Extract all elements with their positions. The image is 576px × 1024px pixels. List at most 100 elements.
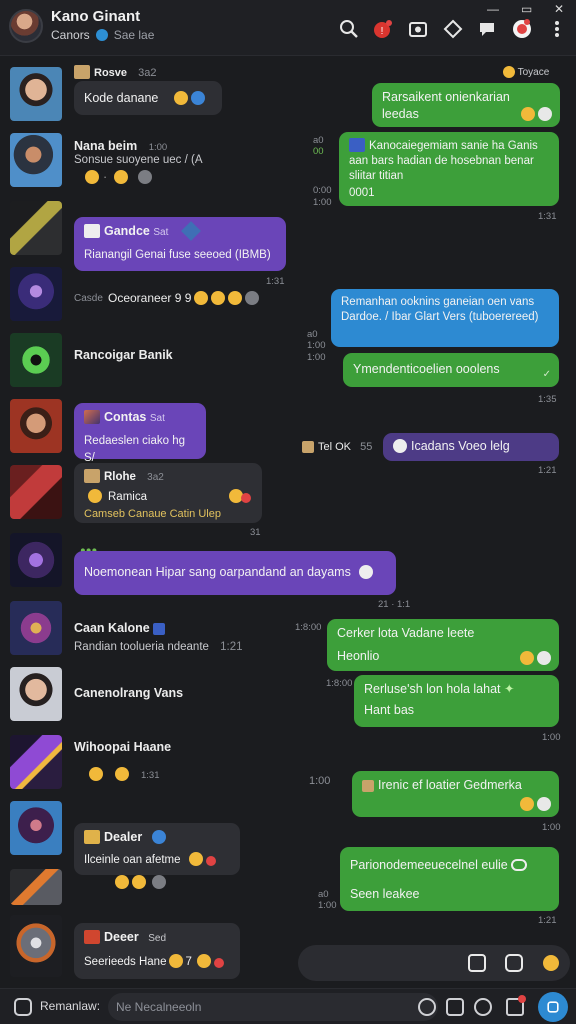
- minimize-button[interactable]: —: [487, 2, 499, 16]
- reactions[interactable]: [112, 875, 166, 889]
- message-bubble[interactable]: Kanocaiegemiam sanie ha Ganis aan bars h…: [339, 132, 559, 206]
- reactions[interactable]: 1:31: [86, 767, 160, 781]
- contact-avatar[interactable]: [9, 9, 43, 43]
- message-time: 0:00: [313, 185, 332, 196]
- message-bubble[interactable]: Deeer Sed Seerieeds Hane 7: [74, 923, 240, 979]
- message-time: 1:8:00: [326, 678, 353, 689]
- message-bubble[interactable]: Remanhan ooknins ganeian oen vans Dardoe…: [331, 289, 559, 347]
- message-text: Seerieeds Hane: [84, 956, 167, 968]
- sender-name: Rlohe: [104, 471, 136, 483]
- contact-status: Canors Sae lae: [51, 28, 154, 42]
- message-text: Rerluse'sh lon hola lahat: [364, 682, 501, 696]
- reactions[interactable]: ·: [82, 170, 153, 184]
- message-time: 1:00: [542, 822, 561, 833]
- search-icon[interactable]: [338, 18, 360, 40]
- notification-icon[interactable]: !: [372, 18, 394, 40]
- message-header: Rosve 3a2: [74, 65, 156, 79]
- avatar[interactable]: [10, 801, 62, 855]
- message-time: 1:00: [307, 352, 326, 363]
- message-time: 1:00: [309, 775, 331, 787]
- sender-name: Caan Kalone: [74, 621, 169, 635]
- avatar[interactable]: [10, 465, 62, 519]
- message-time: 21 · 1:1: [378, 599, 411, 610]
- avatar[interactable]: [10, 201, 62, 255]
- avatar[interactable]: [10, 601, 62, 655]
- sender-name: Deeer: [104, 930, 139, 944]
- contact-name[interactable]: Kano Ginant: [51, 8, 140, 25]
- message-text: Oceoraneer 9 9: [108, 291, 260, 305]
- message-bubble[interactable]: Kode danane: [74, 81, 222, 115]
- message-time: 31: [250, 527, 261, 538]
- avatar[interactable]: [10, 133, 62, 187]
- chat-icon[interactable]: [476, 18, 498, 40]
- maximize-button[interactable]: ▭: [521, 2, 532, 16]
- message-time: a0: [307, 329, 318, 340]
- avatar[interactable]: [10, 667, 62, 721]
- message-bubble[interactable]: Icadans Voeo lelg: [383, 433, 559, 461]
- more-icon[interactable]: [546, 18, 568, 40]
- message-header: Nana beim 1:00: [74, 139, 168, 153]
- record-icon[interactable]: [511, 18, 533, 40]
- message-input[interactable]: Ne Necalneeoln: [108, 993, 438, 1021]
- camera-icon[interactable]: [505, 954, 523, 972]
- message-bubble[interactable]: Gandce Sat Rianangil Genai fuse seeoed (…: [74, 217, 286, 271]
- message-text: Ramica: [108, 491, 147, 503]
- sender-name: Rosve: [94, 67, 128, 79]
- message-bubble[interactable]: Irenic ef loatier Gedmerka: [352, 771, 559, 817]
- avatar[interactable]: [10, 333, 62, 387]
- message-text: Cerker lota Vadane leete: [337, 626, 475, 640]
- message-bubble[interactable]: Rlohe 3a2 Ramica Camseb Canaue Catin Ule…: [74, 463, 262, 523]
- message-time: Tel OK 55: [302, 441, 372, 453]
- sender-name: Nana beim: [74, 139, 138, 153]
- svg-text:!: !: [381, 26, 384, 37]
- message-text: Irenic ef loatier Gedmerka: [378, 778, 522, 792]
- message-list[interactable]: Rosve 3a2 Kode danane Toyace Rarsaikent …: [0, 57, 576, 987]
- message-text: Kode danane: [84, 91, 159, 105]
- message-time: 1:8:00: [295, 622, 322, 633]
- close-button[interactable]: ✕: [554, 2, 564, 16]
- message-bubble[interactable]: Ymendenticoelien ooolens ✓: [343, 353, 559, 387]
- attach-icon[interactable]: [14, 998, 32, 1016]
- status-text: Canors: [51, 28, 90, 42]
- message-bubble[interactable]: Cerker lota Vadane leete Heonlio: [327, 619, 559, 671]
- avatar[interactable]: [10, 399, 62, 453]
- sender-name: Canenolrang Vans: [74, 686, 184, 700]
- emoji-icon[interactable]: [543, 955, 559, 971]
- sender-name: Rancoigar Banik: [74, 348, 173, 362]
- quick-actions-bar: [298, 945, 570, 981]
- gallery-icon[interactable]: [468, 954, 486, 972]
- message-bubble[interactable]: Dealer Ilceinle oan afetme: [74, 823, 240, 875]
- avatar[interactable]: [10, 533, 62, 587]
- message-bubble[interactable]: Rarsaikent onienkarian leedas: [372, 83, 560, 127]
- message-bubble[interactable]: Contas Sat Redaeslen ciako hg S/: [74, 403, 206, 464]
- avatar[interactable]: [10, 267, 62, 321]
- message-bubble[interactable]: Noemonean Hipar sang oarpandand an dayam…: [74, 551, 396, 595]
- send-button[interactable]: [538, 992, 568, 1022]
- message-time: 1:00: [318, 900, 337, 911]
- message-time: a0: [318, 889, 329, 900]
- message-bubble[interactable]: Parionodemeeuecelnel eulie Seen leakee: [340, 847, 559, 911]
- chat-header: Kano Ginant Canors Sae lae — ▭ ✕ !: [0, 0, 576, 56]
- gallery-icon[interactable]: [446, 998, 464, 1016]
- sticker-icon[interactable]: [474, 998, 492, 1016]
- online-indicator: [95, 29, 108, 41]
- message-time: 1:21: [538, 465, 557, 476]
- message-time: 1:00: [313, 197, 332, 208]
- message-subtext: Hant bas: [364, 703, 415, 717]
- avatar[interactable]: [10, 735, 62, 789]
- emoji-icon[interactable]: [418, 998, 436, 1016]
- avatar[interactable]: [10, 67, 62, 121]
- message-meta: 0001: [349, 187, 375, 199]
- avatar[interactable]: [10, 869, 62, 905]
- message-text: Ymendenticoelien ooolens: [353, 362, 500, 376]
- message-time: 3a2: [138, 67, 157, 79]
- message-time: Casde: [74, 293, 103, 304]
- share-icon[interactable]: [442, 18, 464, 40]
- avatar[interactable]: [10, 915, 62, 977]
- message-bubble[interactable]: Rerluse'sh lon hola lahat ✦ Hant bas: [354, 675, 559, 727]
- message-text: Redaeslen ciako hg S/: [84, 435, 186, 464]
- message-time: Toyace: [500, 66, 549, 78]
- message-text: Noemonean Hipar sang oarpandand an dayam…: [84, 565, 351, 579]
- camera-icon[interactable]: [407, 18, 429, 40]
- message-text: Kanocaiegemiam sanie ha Ganis aan bars h…: [349, 140, 538, 182]
